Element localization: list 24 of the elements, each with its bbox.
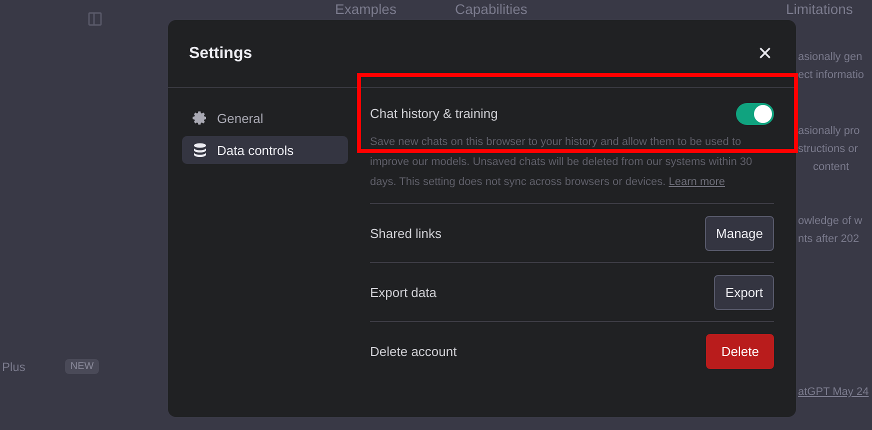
dialog-title: Settings — [189, 44, 252, 62]
setting-label: Chat history & training — [370, 106, 498, 121]
limitation-text: owledge of w — [798, 214, 864, 229]
setting-label: Shared links — [370, 226, 442, 240]
plan-label: Plus — [2, 360, 26, 374]
limitation-text: asionally gen — [798, 50, 864, 65]
column-heading: Capabilities — [455, 0, 528, 18]
column-heading: Examples — [335, 0, 398, 18]
setting-description: Save new chats on this browser to your history and allow them to be used to improve our models. Unsaved chats will be deleted from our systems within 30 days. This setting does not sync across browsers or devices. Learn more — [370, 135, 754, 190]
limitation-text: ect informatio — [798, 68, 866, 83]
limitation-text: nts after 202 — [798, 232, 860, 247]
action-button[interactable]: Manage — [705, 216, 774, 250]
settings-tab[interactable]: Data controls — [182, 136, 348, 164]
setting-label: Export data — [370, 284, 436, 300]
close-button[interactable]: × — [754, 42, 776, 66]
action-button[interactable]: Delete — [706, 334, 774, 368]
limitation-text: content — [812, 160, 850, 175]
settings-tab[interactable]: General — [182, 104, 348, 132]
setting-label: Delete account — [370, 344, 457, 358]
limitation-text: asionally pro — [798, 124, 861, 139]
column-heading: Limitations — [786, 0, 854, 18]
new-badge: NEW — [65, 359, 99, 374]
limitation-text: structions or — [798, 142, 859, 157]
action-button[interactable]: Export — [714, 274, 774, 310]
